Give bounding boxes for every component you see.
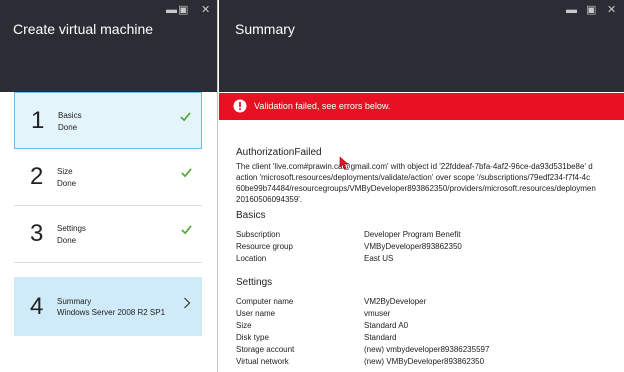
step-status: Windows Server 2008 R2 SP1: [57, 308, 166, 317]
step-number: 4: [30, 293, 44, 320]
basics-row: Resource group VMByDeveloper893862350: [236, 242, 624, 254]
step-settings[interactable]: 3 Settings Done: [14, 206, 202, 263]
settings-row: Storage account (new) vmbydeveloper89386…: [236, 345, 624, 357]
close-icon[interactable]: ✕: [607, 4, 616, 16]
step-title: Settings: [57, 224, 86, 233]
step-title: Basics: [58, 111, 82, 120]
error-banner-text: Validation failed, see errors below.: [254, 101, 391, 111]
row-key: Disk type: [236, 333, 269, 342]
step-summary[interactable]: 4 Summary Windows Server 2008 R2 SP1: [14, 277, 202, 336]
step-status: Done: [57, 236, 77, 245]
row-key: User name: [236, 309, 276, 318]
summary-content: AuthorizationFailed The client 'live.com…: [236, 120, 624, 372]
blade-header: ▬ ▣ ✕ Create virtual machine: [0, 0, 217, 92]
step-number: 1: [31, 107, 45, 134]
blade-title: Create virtual machine: [13, 21, 154, 37]
error-message-line: The client 'live.com#prawin.ca@gmail.com…: [236, 162, 593, 171]
step-status: Done: [58, 123, 78, 132]
row-key: Storage account: [236, 345, 295, 354]
row-key: Computer name: [236, 297, 294, 306]
settings-row: Computer name VM2ByDeveloper: [236, 297, 624, 309]
checkmark-icon: [181, 225, 192, 235]
error-message: The client 'live.com#prawin.ca@gmail.com…: [236, 161, 620, 205]
checkmark-icon: [181, 168, 192, 178]
minimize-icon[interactable]: ▬: [166, 4, 177, 16]
minimize-icon[interactable]: ▬: [566, 4, 577, 16]
summary-blade: ▬ ▣ ✕ Summary Validation failed, see err…: [219, 0, 624, 372]
error-heading: AuthorizationFailed: [236, 147, 322, 158]
settings-row: Disk type Standard: [236, 333, 624, 345]
chevron-right-icon: [184, 297, 191, 309]
row-value: VM2ByDeveloper: [364, 297, 427, 306]
row-value: (new) vmbydeveloper89386235597: [364, 345, 490, 354]
row-key: Size: [236, 321, 252, 330]
row-key: Subscription: [236, 230, 281, 239]
step-basics[interactable]: 1 Basics Done: [14, 92, 202, 149]
wizard-steps: 1 Basics Done 2 Size Done 3 Settings Don…: [14, 92, 202, 336]
basics-row: Location East US: [236, 254, 624, 266]
blade-header: ▬ ▣ ✕ Summary: [219, 0, 624, 92]
step-number: 2: [30, 163, 44, 190]
settings-row: Size Standard A0: [236, 321, 624, 333]
row-key: Resource group: [236, 242, 293, 251]
checkmark-icon: [180, 112, 191, 122]
basics-heading: Basics: [236, 210, 266, 221]
create-vm-blade: ▬ ▣ ✕ Create virtual machine 1 Basics Do…: [0, 0, 218, 372]
settings-row: Virtual network (new) VMByDeveloper89386…: [236, 357, 624, 369]
mouse-cursor-icon: [339, 156, 349, 170]
basics-row: Subscription Developer Program Benefit: [236, 230, 624, 242]
row-key: Location: [236, 254, 267, 263]
row-value: Standard: [364, 333, 397, 342]
error-icon: [233, 99, 247, 113]
error-message-line: 60be99b74484/resourcegroups/VMByDevelope…: [236, 184, 596, 193]
row-value: (new) VMByDeveloper893862350: [364, 357, 485, 366]
maximize-icon[interactable]: ▣: [178, 4, 188, 16]
validation-error-banner: Validation failed, see errors below.: [219, 93, 624, 120]
row-value: VMByDeveloper893862350: [364, 242, 462, 251]
step-title: Summary: [57, 297, 92, 306]
row-value: Developer Program Benefit: [364, 230, 461, 239]
error-message-line: action 'microsoft.resources/deployments/…: [236, 173, 591, 182]
step-status: Done: [57, 179, 77, 188]
close-icon[interactable]: ✕: [201, 4, 210, 16]
row-value: East US: [364, 254, 394, 263]
step-number: 3: [30, 220, 44, 247]
settings-row: User name vmuser: [236, 309, 624, 321]
step-size[interactable]: 2 Size Done: [14, 149, 202, 206]
row-value: vmuser: [364, 309, 391, 318]
row-value: Standard A0: [364, 321, 409, 330]
blade-title: Summary: [235, 21, 295, 37]
row-key: Virtual network: [236, 357, 289, 366]
step-title: Size: [57, 167, 73, 176]
settings-heading: Settings: [236, 277, 273, 288]
error-message-line: 20160506094359'.: [236, 195, 303, 204]
maximize-icon[interactable]: ▣: [586, 4, 596, 16]
